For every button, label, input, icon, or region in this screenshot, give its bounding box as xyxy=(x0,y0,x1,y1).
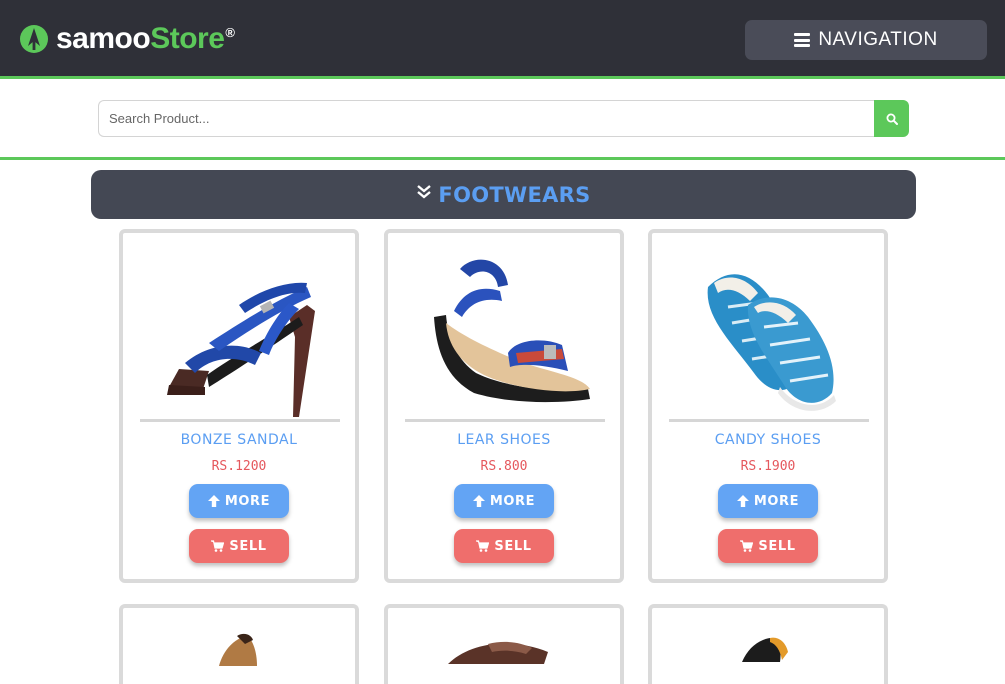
more-button[interactable]: MORE xyxy=(454,484,554,518)
search-icon xyxy=(886,113,898,125)
hamburger-icon xyxy=(794,33,811,47)
product-card: CANDY SHOES RS.1900 MORE SELL xyxy=(648,229,888,583)
arrow-up-icon xyxy=(736,495,749,507)
cart-icon xyxy=(476,540,490,552)
sell-button[interactable]: SELL xyxy=(189,529,289,563)
product-image[interactable] xyxy=(138,247,340,417)
product-name[interactable]: LEAR SHOES xyxy=(388,432,620,448)
card-divider xyxy=(669,419,869,422)
more-label: MORE xyxy=(489,493,536,509)
slip-on-shoes-image xyxy=(707,274,836,411)
category-header[interactable]: FOOTWEARS xyxy=(91,170,916,219)
top-header: samooStore ® NAVIGATION xyxy=(0,0,1005,79)
product-card: LEAR SHOES RS.800 MORE SELL xyxy=(384,229,624,583)
product-image xyxy=(448,641,548,664)
cart-icon xyxy=(740,540,754,552)
product-name[interactable]: CANDY SHOES xyxy=(652,432,884,448)
product-card xyxy=(119,604,359,684)
product-card xyxy=(648,604,888,684)
card-divider xyxy=(405,419,605,422)
registered-mark: ® xyxy=(225,25,235,40)
product-name[interactable]: BONZE SANDAL xyxy=(123,432,355,448)
category-title: FOOTWEARS xyxy=(438,182,591,207)
brand-name-part2: Store xyxy=(150,22,225,55)
cart-icon xyxy=(211,540,225,552)
search-bar xyxy=(0,79,1005,160)
sell-button[interactable]: SELL xyxy=(718,529,818,563)
search-button[interactable] xyxy=(874,100,909,137)
more-label: MORE xyxy=(224,493,271,509)
brand-logo[interactable]: samooStore ® xyxy=(19,22,235,56)
navigation-label: NAVIGATION xyxy=(818,29,938,50)
sell-label: SELL xyxy=(229,538,267,554)
brand-name-part1: samoo xyxy=(56,22,151,55)
arrow-up-icon xyxy=(472,495,485,507)
product-image[interactable] xyxy=(403,247,605,417)
product-price: RS.800 xyxy=(480,459,528,474)
double-chevron-down-icon xyxy=(417,184,432,199)
more-button[interactable]: MORE xyxy=(718,484,818,518)
high-heel-sandal-image xyxy=(167,282,315,417)
more-button[interactable]: MORE xyxy=(189,484,289,518)
product-image xyxy=(742,637,788,662)
samoo-logo-icon xyxy=(20,25,48,53)
arrow-up-icon xyxy=(207,495,220,507)
card-divider xyxy=(140,419,340,422)
product-card xyxy=(384,604,624,684)
navigation-button[interactable]: NAVIGATION xyxy=(745,20,987,60)
product-price: RS.1200 xyxy=(211,459,267,474)
more-label: MORE xyxy=(753,493,800,509)
product-price: RS.1900 xyxy=(740,459,796,474)
product-image xyxy=(219,633,257,666)
sell-label: SELL xyxy=(494,538,532,554)
product-image[interactable] xyxy=(667,247,869,417)
sell-label: SELL xyxy=(758,538,796,554)
sell-button[interactable]: SELL xyxy=(454,529,554,563)
brand-name: samooStore xyxy=(56,22,225,56)
search-input[interactable] xyxy=(98,100,875,137)
product-card: BONZE SANDAL RS.1200 MORE SELL xyxy=(119,229,359,583)
wedge-sandal-image xyxy=(434,259,590,403)
